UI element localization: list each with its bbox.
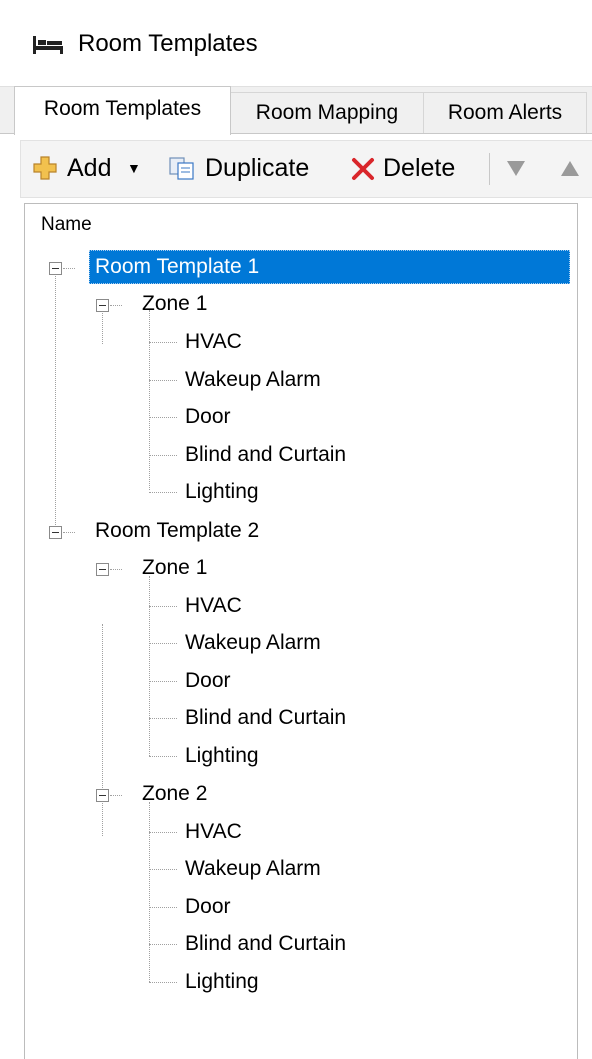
- toolbar-separator: [489, 153, 490, 185]
- tree-node-zone[interactable]: Zone 1: [142, 289, 207, 319]
- tree-line: [149, 869, 177, 870]
- tree-node-item[interactable]: Wakeup Alarm: [185, 365, 321, 395]
- tree-line: [149, 756, 177, 757]
- tree-line: [149, 310, 150, 490]
- tree-node-item[interactable]: HVAC: [185, 591, 242, 621]
- tree-line: [63, 268, 75, 269]
- app-window: Room Templates Room Templates Room Mappi…: [0, 0, 592, 1059]
- title-bar: Room Templates: [0, 0, 592, 87]
- tree-line: [110, 569, 122, 570]
- triangle-up-icon[interactable]: [559, 157, 581, 179]
- tree-line: [149, 492, 177, 493]
- add-label: Add: [67, 154, 112, 182]
- tree-line: [110, 795, 122, 796]
- add-button[interactable]: Add ▼: [33, 151, 173, 185]
- tree-node-item[interactable]: Door: [185, 402, 231, 432]
- tree-node-item[interactable]: Door: [185, 892, 231, 922]
- collapse-toggle[interactable]: [49, 526, 62, 539]
- collapse-toggle[interactable]: [96, 563, 109, 576]
- duplicate-label: Duplicate: [205, 154, 310, 182]
- tree-line: [110, 305, 122, 306]
- duplicate-icon: [169, 157, 194, 180]
- tree-node-item[interactable]: Blind and Curtain: [185, 929, 346, 959]
- tree-node-item[interactable]: HVAC: [185, 817, 242, 847]
- duplicate-button[interactable]: Duplicate: [169, 151, 349, 185]
- tree-line: [149, 380, 177, 381]
- delete-icon: [352, 158, 374, 180]
- delete-button[interactable]: Delete: [351, 151, 476, 185]
- tree-line: [102, 624, 103, 836]
- tree-line: [149, 718, 177, 719]
- tree-line: [149, 455, 177, 456]
- triangle-down-icon[interactable]: [505, 157, 527, 179]
- tree-node-item[interactable]: Wakeup Alarm: [185, 854, 321, 884]
- toolbar: Add ▼ Duplicate Delete: [20, 140, 592, 198]
- tab-room-alerts[interactable]: Room Alerts: [423, 92, 587, 133]
- tab-strip: Room Templates Room Mapping Room Alerts: [0, 86, 592, 135]
- delete-label: Delete: [383, 154, 456, 182]
- tree-node-item[interactable]: Door: [185, 666, 231, 696]
- collapse-toggle[interactable]: [49, 262, 62, 275]
- tree-line: [149, 417, 177, 418]
- tree-line: [149, 944, 177, 945]
- chevron-down-icon[interactable]: ▼: [127, 151, 141, 185]
- template-tree: Name Room Template 1 Zone 1 HVAC Wakeup …: [24, 203, 578, 1059]
- collapse-toggle[interactable]: [96, 299, 109, 312]
- tree-line: [149, 576, 150, 756]
- tree-node-item[interactable]: Lighting: [185, 477, 259, 507]
- tree-node-item[interactable]: Lighting: [185, 967, 259, 997]
- window-title: Room Templates: [78, 30, 258, 57]
- tree-node-zone[interactable]: Zone 2: [142, 779, 207, 809]
- tree-line: [149, 832, 177, 833]
- tree-node-item[interactable]: Lighting: [185, 741, 259, 771]
- bed-icon: [33, 36, 63, 54]
- tab-room-mapping[interactable]: Room Mapping: [230, 92, 424, 133]
- tree-node-template[interactable]: Room Template 2: [95, 516, 259, 546]
- add-icon: [33, 156, 57, 180]
- tree-node-item[interactable]: Wakeup Alarm: [185, 628, 321, 658]
- tree-node-item[interactable]: HVAC: [185, 327, 242, 357]
- tab-room-templates[interactable]: Room Templates: [14, 86, 231, 135]
- tree-node-item[interactable]: Blind and Curtain: [185, 440, 346, 470]
- column-header-name[interactable]: Name: [41, 214, 92, 236]
- collapse-toggle[interactable]: [96, 789, 109, 802]
- tree-line: [149, 606, 177, 607]
- tree-node-zone[interactable]: Zone 1: [142, 553, 207, 583]
- tree-line: [149, 643, 177, 644]
- tree-line: [149, 982, 177, 983]
- tree-line: [149, 802, 150, 982]
- tree-node-template[interactable]: Room Template 1: [95, 252, 259, 282]
- tree-line: [55, 269, 56, 533]
- tree-line: [63, 532, 75, 533]
- tree-line: [149, 681, 177, 682]
- tab-content: Add ▼ Duplicate Delete Name Room Templat…: [0, 133, 592, 1059]
- tree-line: [149, 907, 177, 908]
- tree-line: [149, 342, 177, 343]
- tree-node-item[interactable]: Blind and Curtain: [185, 703, 346, 733]
